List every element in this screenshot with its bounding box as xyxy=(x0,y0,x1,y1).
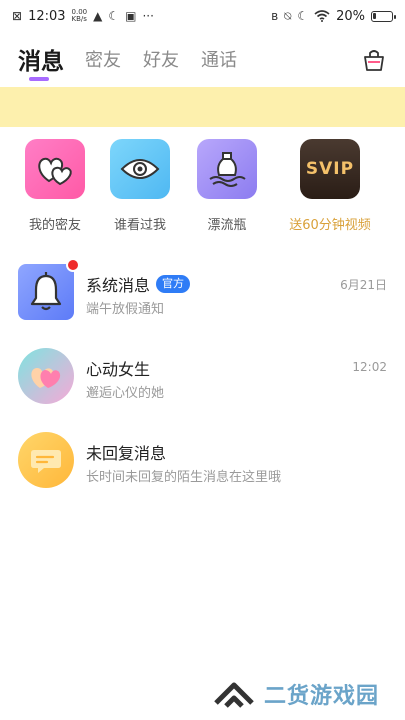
shop-basket-icon[interactable] xyxy=(361,47,387,73)
feature-grid: 我的密友 谁看过我 漂流瓶 SVIP 送60分钟视频 xyxy=(0,139,405,239)
bluetooth-icon: ʙ xyxy=(271,9,279,23)
status-time: 12:03 xyxy=(28,8,66,24)
official-badge: 官方 xyxy=(156,275,191,293)
feature-label: 漂流瓶 xyxy=(207,218,247,233)
active-tab-indicator xyxy=(29,77,49,81)
more-dots-icon: ··· xyxy=(142,9,154,23)
bottle-icon xyxy=(197,139,257,199)
watermark-text: 二货游戏园 xyxy=(264,684,380,709)
wifi-icon xyxy=(314,10,330,22)
battery-icon xyxy=(371,10,396,22)
sim-icon: ⊠ xyxy=(12,9,23,23)
hearts-icon xyxy=(25,139,85,199)
feature-my-close-friends[interactable]: 我的密友 xyxy=(13,139,97,233)
heart-icon xyxy=(18,348,74,404)
mute-bell-icon: ⍉ xyxy=(284,8,292,23)
watermark: 二货游戏园 xyxy=(212,676,379,712)
battery-percent: 20% xyxy=(336,8,365,24)
status-bar: ⊠ 12:03 0.00 KB/s ▲ ☾ ▣ ··· ʙ ⍉ ☾ 20% xyxy=(0,0,405,32)
unread-dot xyxy=(66,258,80,272)
notice-banner[interactable] xyxy=(0,87,405,127)
feature-drift-bottle[interactable]: 漂流瓶 xyxy=(185,139,269,233)
list-item-heartbeat-girls[interactable]: 心动女生 邂逅心仪的她 12:02 xyxy=(0,342,405,422)
feature-label: 谁看过我 xyxy=(113,218,166,233)
message-preview: 长时间未回复的陌生消息在这里哦 xyxy=(86,470,282,485)
network-speed: 0.00 KB/s xyxy=(71,8,88,23)
message-title: 心动女生 xyxy=(86,360,151,379)
dnd-moon-icon: ☾ xyxy=(297,9,309,23)
eye-icon xyxy=(110,139,170,199)
bell-icon xyxy=(18,258,80,320)
warning-icon: ▲ xyxy=(93,9,103,23)
feature-label: 我的密友 xyxy=(28,218,81,233)
app-notify-icon: ▣ xyxy=(125,9,137,23)
feature-svip-video[interactable]: SVIP 送60分钟视频 xyxy=(278,139,382,233)
feature-who-viewed-me[interactable]: 谁看过我 xyxy=(98,139,182,233)
list-item-unreplied-messages[interactable]: 未回复消息 长时间未回复的陌生消息在这里哦 xyxy=(0,426,405,506)
messages-page: ⊠ 12:03 0.00 KB/s ▲ ☾ ▣ ··· ʙ ⍉ ☾ 20% 消息… xyxy=(0,0,405,720)
message-title: 未回复消息 xyxy=(86,444,167,463)
tab-messages[interactable]: 消息 xyxy=(18,42,64,76)
message-time: 12:02 xyxy=(352,360,387,374)
moon-icon: ☾ xyxy=(108,9,120,23)
tab-close-friends[interactable]: 密友 xyxy=(85,46,121,72)
message-time: 6月21日 xyxy=(340,278,387,292)
feature-label: 送60分钟视频 xyxy=(289,218,371,233)
chat-bubble-icon xyxy=(18,432,74,488)
message-preview: 邂逅心仪的她 xyxy=(86,386,165,401)
message-preview: 端午放假通知 xyxy=(86,302,165,317)
svip-icon: SVIP xyxy=(300,139,360,199)
message-title: 系统消息 xyxy=(86,276,151,295)
list-item-system-messages[interactable]: 系统消息 官方 端午放假通知 6月21日 xyxy=(0,258,405,338)
tab-friends[interactable]: 好友 xyxy=(143,46,179,72)
top-tabs: 消息 密友 好友 通话 xyxy=(0,40,405,86)
tab-calls[interactable]: 通话 xyxy=(201,46,237,72)
watermark-logo-icon xyxy=(214,682,254,708)
